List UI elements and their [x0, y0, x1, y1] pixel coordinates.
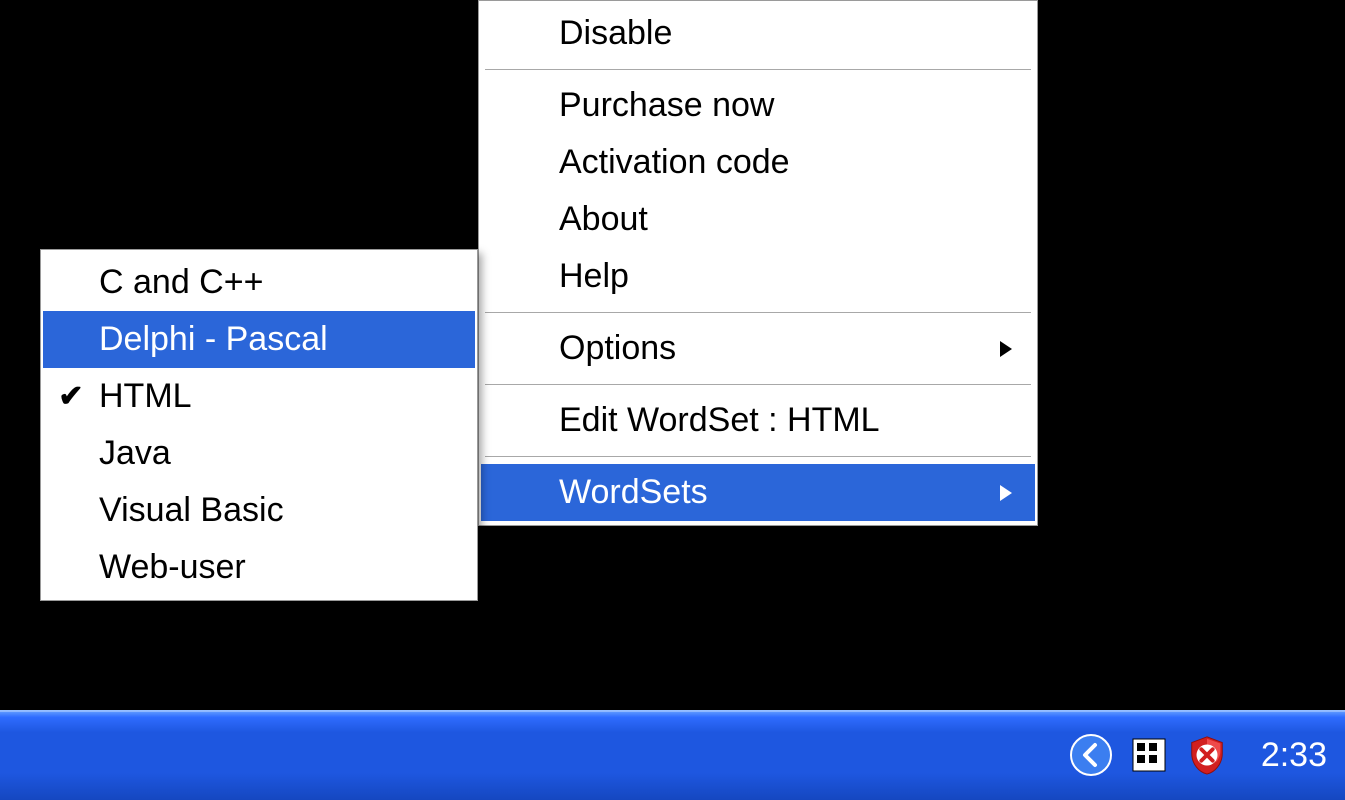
menu-item-label: About	[559, 200, 991, 239]
context-menu-main: Disable Purchase now Activation code Abo…	[478, 0, 1038, 526]
menu-item-label: Activation code	[559, 143, 991, 182]
wordset-item-label: Delphi - Pascal	[99, 320, 461, 359]
menu-item-options[interactable]: Options	[481, 320, 1035, 377]
wordset-item[interactable]: Web-user	[43, 539, 475, 596]
menu-separator	[485, 312, 1031, 313]
wordset-item[interactable]: Java	[43, 425, 475, 482]
taskbar: 2:33	[0, 710, 1345, 800]
wordset-item-label: Visual Basic	[99, 491, 461, 530]
menu-separator	[485, 384, 1031, 385]
menu-separator	[485, 69, 1031, 70]
wordset-item-label: Java	[99, 434, 461, 473]
submenu-arrow-icon	[991, 339, 1021, 359]
menu-item-disable[interactable]: Disable	[481, 5, 1035, 62]
menu-item-purchase[interactable]: Purchase now	[481, 77, 1035, 134]
wordset-item-label: C and C++	[99, 263, 461, 302]
menu-item-label: Help	[559, 257, 991, 296]
wordset-item[interactable]: Delphi - Pascal	[43, 311, 475, 368]
wordset-item-label: Web-user	[99, 548, 461, 587]
menu-item-label: Edit WordSet : HTML	[559, 401, 991, 440]
menu-item-activation[interactable]: Activation code	[481, 134, 1035, 191]
tray-back-arrow-icon[interactable]	[1069, 733, 1113, 777]
menu-item-edit-wordset[interactable]: Edit WordSet : HTML	[481, 392, 1035, 449]
menu-item-wordsets[interactable]: WordSets	[481, 464, 1035, 521]
menu-item-label: Options	[559, 329, 991, 368]
context-menu-wordsets: C and C++ Delphi - Pascal ✔ HTML Java Visual …	[40, 249, 478, 601]
taskbar-clock[interactable]: 2:33	[1243, 736, 1327, 775]
check-column: ✔	[43, 379, 99, 414]
wordset-item-label: HTML	[99, 377, 461, 416]
menu-item-help[interactable]: Help	[481, 248, 1035, 305]
wordset-item[interactable]: Visual Basic	[43, 482, 475, 539]
menu-item-label: Disable	[559, 14, 991, 53]
menu-item-about[interactable]: About	[481, 191, 1035, 248]
menu-item-label: Purchase now	[559, 86, 991, 125]
checkmark-icon: ✔	[58, 379, 83, 414]
menu-item-label: WordSets	[559, 473, 991, 512]
tray-app-icon[interactable]	[1127, 733, 1171, 777]
system-tray: 2:33	[1039, 710, 1345, 800]
submenu-arrow-icon	[991, 483, 1021, 503]
wordset-item[interactable]: C and C++	[43, 254, 475, 311]
menu-separator	[485, 456, 1031, 457]
wordset-item[interactable]: ✔ HTML	[43, 368, 475, 425]
security-shield-icon[interactable]	[1185, 733, 1229, 777]
